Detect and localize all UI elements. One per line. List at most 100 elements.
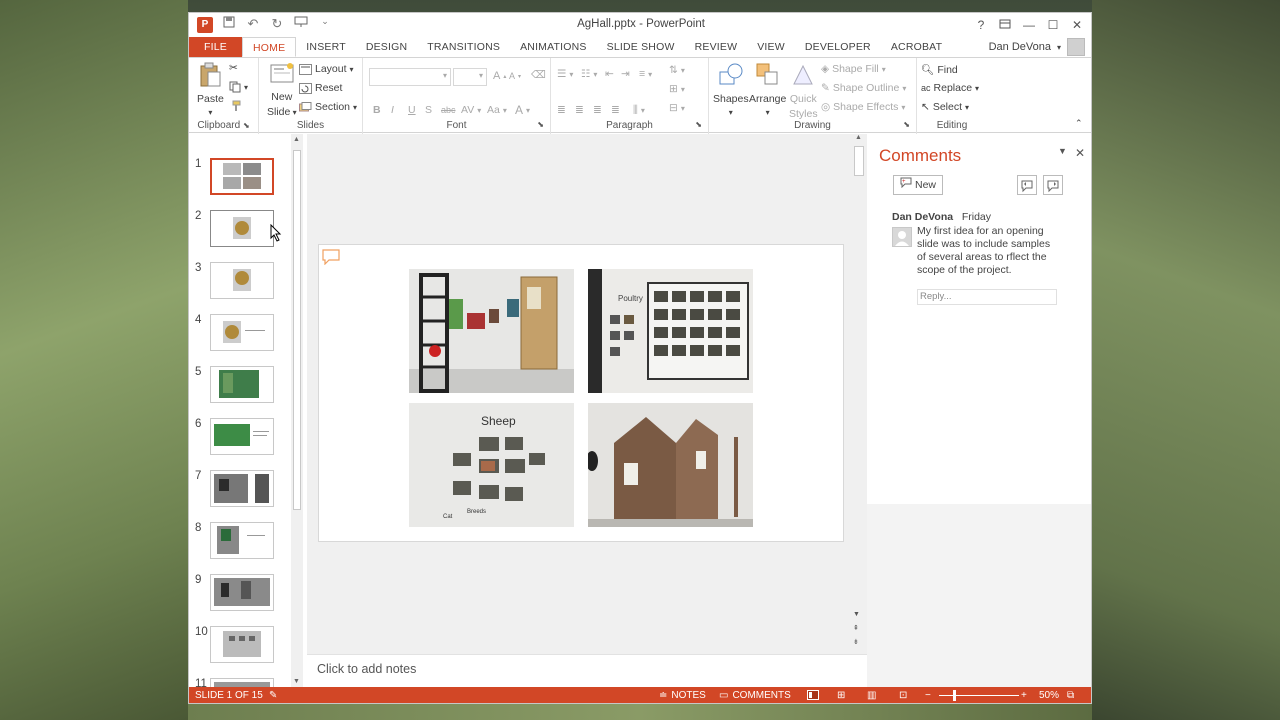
slide-counter[interactable]: SLIDE 1 OF 15 [195, 690, 263, 701]
zoom-slider-handle[interactable] [953, 690, 956, 701]
tab-file[interactable]: FILE [189, 37, 242, 57]
cut-button[interactable]: ✂ [229, 62, 238, 74]
align-center-button[interactable]: ≣ [575, 104, 584, 116]
current-slide[interactable]: Poultry Sheep Cat Breeds [318, 244, 844, 542]
text-direction-button[interactable]: ⇅ ▾ [669, 64, 685, 76]
section-button[interactable]: Section ▾ [299, 101, 357, 113]
editor-scrollbar[interactable]: ▲ [853, 134, 865, 612]
close-icon[interactable]: ✕ [1065, 15, 1089, 35]
previous-slide-icon[interactable]: ⇞ [853, 622, 860, 636]
thumbnails-scrollbar[interactable]: ▲ ▼ [291, 134, 303, 687]
copy-button[interactable]: ▾ [229, 81, 248, 93]
comment-marker-icon[interactable] [321, 249, 341, 265]
normal-view-icon[interactable] [807, 690, 819, 700]
shape-effects-button[interactable]: ◎ Shape Effects ▾ [821, 101, 905, 113]
strikethrough-button[interactable]: abc [441, 105, 456, 115]
align-right-button[interactable]: ≣ [593, 104, 602, 116]
columns-button[interactable]: ⫼ ▾ [633, 104, 645, 117]
justify-button[interactable]: ≣ [611, 104, 620, 116]
slide-photo-barn-facade[interactable] [588, 403, 753, 527]
scrollbar-thumb[interactable] [854, 146, 864, 176]
character-spacing-button[interactable]: AV ▾ [461, 104, 481, 116]
scroll-up-icon[interactable]: ▲ [855, 134, 862, 141]
paste-button[interactable]: Paste ▾ [197, 62, 224, 117]
format-painter-button[interactable] [229, 100, 241, 112]
grow-font-button[interactable]: A ▴ [493, 70, 506, 82]
tab-insert[interactable]: INSERT [296, 37, 356, 57]
align-text-button[interactable]: ⊞ ▾ [669, 83, 685, 95]
change-case-button[interactable]: Aa ▾ [487, 104, 507, 116]
shape-fill-button[interactable]: ◈ Shape Fill ▾ [821, 63, 886, 75]
clear-formatting-button[interactable]: ⌫ [531, 69, 546, 81]
slide-thumbnail[interactable]: 4 [189, 314, 289, 360]
line-spacing-button[interactable]: ≡ ▾ [639, 68, 652, 80]
fit-slide-icon[interactable]: ⧉ [1067, 690, 1074, 701]
new-slide-button[interactable]: New Slide ▾ [267, 62, 297, 118]
reading-view-icon[interactable]: ▥ [867, 690, 876, 701]
reset-button[interactable]: Reset [299, 82, 342, 94]
select-button[interactable]: ↖ Select ▾ [921, 101, 969, 113]
scroll-down-icon[interactable]: ▼ [293, 678, 300, 685]
previous-comment-button[interactable] [1017, 175, 1037, 195]
chevron-down-icon[interactable]: ▼ [1058, 146, 1067, 160]
replace-button[interactable]: ac Replace ▾ [921, 82, 979, 94]
tab-view[interactable]: VIEW [747, 37, 795, 57]
notes-pane[interactable]: Click to add notes [307, 654, 867, 687]
help-icon[interactable]: ? [969, 15, 993, 35]
scrollbar-thumb[interactable] [293, 150, 301, 510]
smartart-button[interactable]: ⊟ ▾ [669, 102, 685, 114]
zoom-in-icon[interactable]: + [1021, 690, 1027, 701]
underline-button[interactable]: U [408, 104, 416, 116]
zoom-slider[interactable] [939, 695, 1019, 696]
shapes-button[interactable]: Shapes ▾ [713, 62, 749, 117]
next-comment-button[interactable] [1043, 175, 1063, 195]
close-icon[interactable]: ✕ [1075, 146, 1085, 160]
reply-input[interactable]: Reply... [917, 289, 1057, 305]
notes-toggle-button[interactable]: ≐ NOTES [659, 690, 706, 701]
next-slide-icon[interactable]: ⇟ [853, 636, 860, 650]
user-account[interactable]: Dan DeVona ▾ [989, 37, 1085, 57]
arrange-button[interactable]: Arrange ▾ [749, 62, 786, 117]
shrink-font-button[interactable]: A ▾ [509, 71, 521, 81]
increase-indent-button[interactable]: ⇥ [621, 68, 630, 80]
quick-styles-button[interactable]: Quick Styles [789, 62, 818, 120]
numbering-button[interactable]: ☷ ▾ [581, 68, 597, 80]
scroll-up-icon[interactable]: ▲ [293, 136, 300, 143]
zoom-out-icon[interactable]: − [925, 690, 931, 701]
tab-home[interactable]: HOME [241, 37, 297, 57]
collapse-ribbon-icon[interactable]: ⌃ [1075, 118, 1083, 129]
spelling-check-icon[interactable]: ✎ [269, 690, 277, 701]
slide-show-view-icon[interactable]: ⊡ [899, 690, 907, 701]
tab-animations[interactable]: ANIMATIONS [510, 37, 597, 57]
font-name-input[interactable]: ▾ [369, 68, 451, 86]
bullets-button[interactable]: ☰ ▾ [557, 68, 573, 80]
slide-photo-hall-door[interactable] [409, 269, 574, 393]
slide-thumbnail[interactable]: 11 [189, 678, 289, 687]
tab-developer[interactable]: DEVELOPER [795, 37, 881, 57]
font-color-button[interactable]: A ▾ [515, 103, 530, 117]
tab-review[interactable]: REVIEW [685, 37, 748, 57]
font-size-input[interactable]: ▾ [453, 68, 487, 86]
zoom-level[interactable]: 50% [1039, 690, 1059, 701]
slide-thumbnail[interactable]: 6 [189, 418, 289, 464]
slide-thumbnail[interactable]: 5 [189, 366, 289, 412]
slide-thumbnail[interactable]: 3 [189, 262, 289, 308]
slide-thumbnail[interactable]: 9 [189, 574, 289, 620]
ribbon-display-options-icon[interactable] [993, 15, 1017, 35]
tab-slide-show[interactable]: SLIDE SHOW [597, 37, 685, 57]
minimize-icon[interactable]: — [1017, 15, 1041, 35]
tab-acrobat[interactable]: ACROBAT [881, 37, 952, 57]
slide-photo-poultry-wall[interactable]: Poultry [588, 269, 753, 393]
slide-thumbnail[interactable]: 8 [189, 522, 289, 568]
comment-text[interactable]: My first idea for an opening slide was t… [917, 225, 1061, 277]
decrease-indent-button[interactable]: ⇤ [605, 68, 614, 80]
slide-thumbnail[interactable]: 7 [189, 470, 289, 516]
bold-button[interactable]: B [373, 104, 381, 116]
layout-button[interactable]: Layout ▾ [299, 63, 354, 75]
text-shadow-button[interactable]: S [425, 104, 432, 116]
tab-design[interactable]: DESIGN [356, 37, 417, 57]
new-comment-button[interactable]: + New [893, 175, 944, 195]
slide-sorter-view-icon[interactable]: ⊞ [837, 690, 845, 701]
slide-photo-sheep-wall[interactable]: Sheep Cat Breeds [409, 403, 574, 527]
shape-outline-button[interactable]: ✎ Shape Outline ▾ [821, 82, 906, 94]
